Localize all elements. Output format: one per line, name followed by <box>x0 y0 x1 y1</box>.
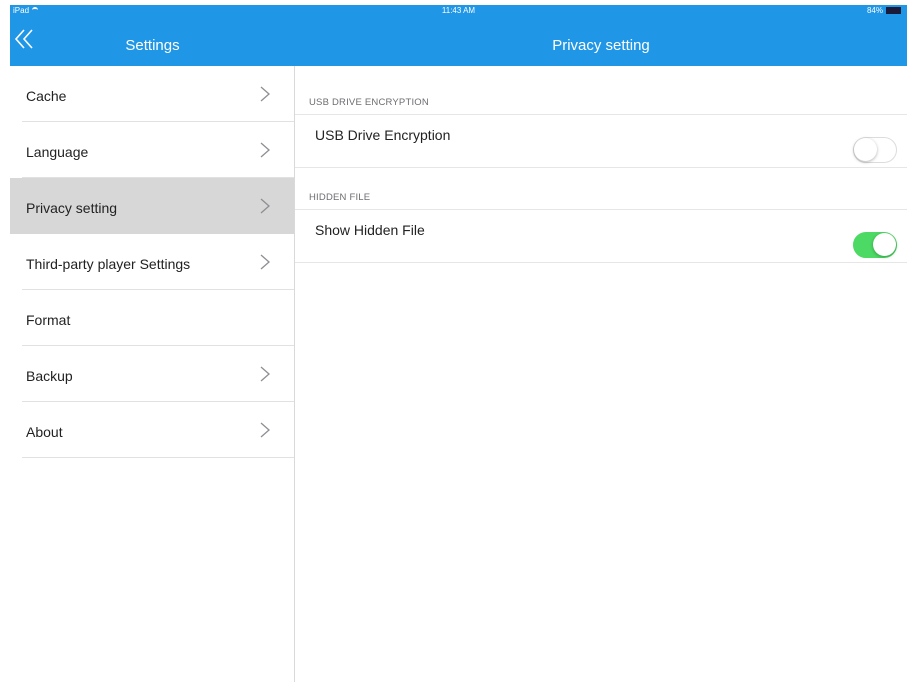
toggle-knob <box>854 138 877 161</box>
sidebar-item-label: Language <box>26 144 89 160</box>
sidebar-item-about[interactable]: About <box>10 402 294 458</box>
usb-drive-encryption-toggle[interactable] <box>853 137 897 163</box>
divider <box>22 457 294 458</box>
sidebar-item-label: Format <box>26 312 71 328</box>
detail-nav: Privacy setting <box>295 17 907 66</box>
page-title: Privacy setting <box>552 37 650 54</box>
toggle-knob <box>873 233 896 256</box>
show-hidden-file-label: Show Hidden File <box>315 222 425 238</box>
show-hidden-file-row: Show Hidden File <box>295 209 907 263</box>
sidebar-item-privacy-setting[interactable]: Privacy setting <box>10 178 294 234</box>
usb-drive-encryption-label: USB Drive Encryption <box>315 127 451 143</box>
section-header-usb-encryption: USB DRIVE ENCRYPTION <box>309 97 429 108</box>
settings-sidebar: Cache Language Privacy setting Third-par… <box>10 66 295 682</box>
sidebar-item-label: Backup <box>26 368 73 384</box>
usb-drive-encryption-row: USB Drive Encryption <box>295 114 907 168</box>
status-bar: iPad 11:43 AM 84% <box>10 5 907 17</box>
chevron-right-icon <box>260 366 270 382</box>
sidebar-item-cache[interactable]: Cache <box>10 66 294 122</box>
sidebar-item-label: Cache <box>26 88 67 104</box>
sidebar-item-backup[interactable]: Backup <box>10 346 294 402</box>
chevron-right-icon <box>260 422 270 438</box>
sidebar-item-label: Third-party player Settings <box>26 256 191 272</box>
sidebar-item-label: About <box>26 424 63 440</box>
sidebar-item-language[interactable]: Language <box>10 122 294 178</box>
sidebar-item-label: Privacy setting <box>26 200 118 216</box>
sidebar-item-third-party-player[interactable]: Third-party player Settings <box>10 234 294 290</box>
chevron-right-icon <box>260 86 270 102</box>
ipad-screen: iPad 11:43 AM 84% Settings Privacy setti… <box>0 0 907 682</box>
privacy-settings-panel: USB DRIVE ENCRYPTION USB Drive Encryptio… <box>295 66 907 682</box>
status-right: 84% <box>867 6 901 15</box>
chevron-right-icon <box>260 142 270 158</box>
chevron-right-icon <box>260 198 270 214</box>
navigation-bar: iPad 11:43 AM 84% Settings Privacy setti… <box>10 5 907 66</box>
battery-icon <box>886 7 901 14</box>
chevron-right-icon <box>260 254 270 270</box>
status-time: 11:43 AM <box>441 6 476 15</box>
sidebar-nav: Settings <box>10 17 295 66</box>
battery-percent: 84% <box>866 6 883 15</box>
sidebar-title: Settings <box>125 37 180 54</box>
section-header-hidden-file: HIDDEN FILE <box>309 192 371 203</box>
show-hidden-file-toggle[interactable] <box>853 232 897 258</box>
sidebar-item-format[interactable]: Format <box>10 290 294 346</box>
